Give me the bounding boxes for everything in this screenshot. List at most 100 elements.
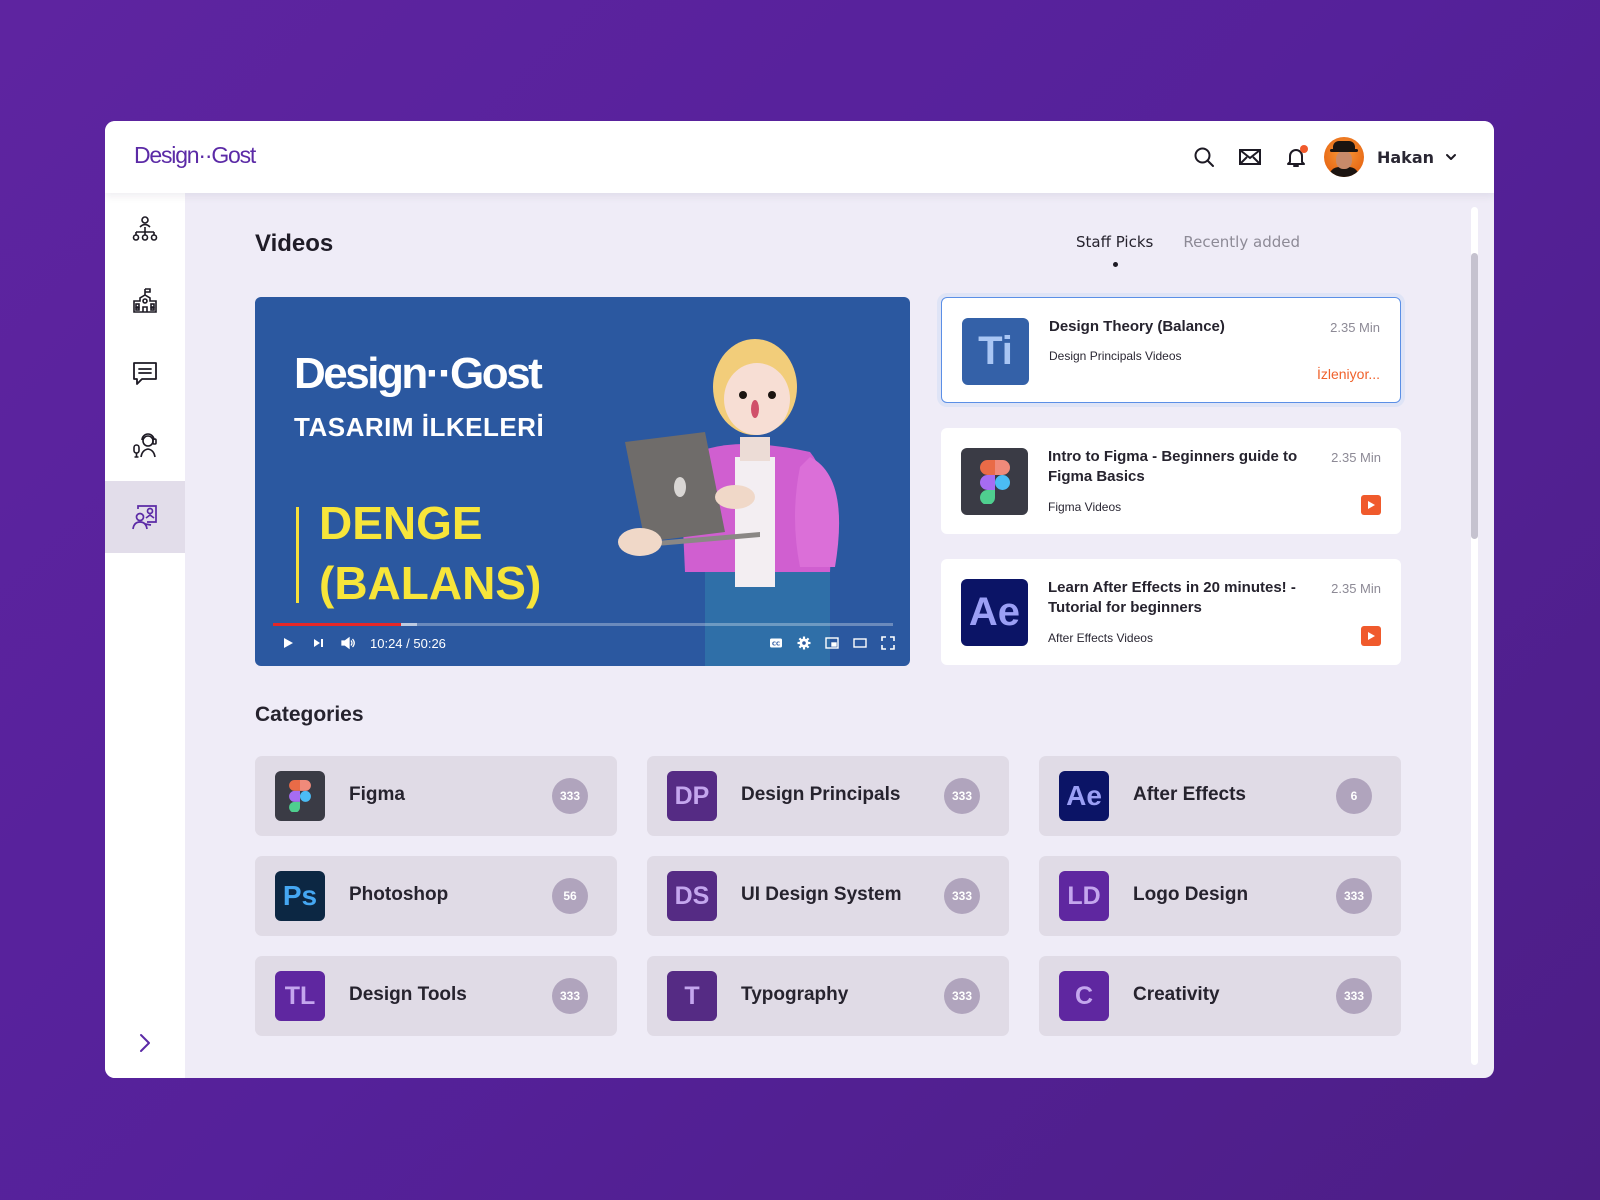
video-title: Design Theory (Balance) xyxy=(1049,318,1225,335)
scrollbar-thumb[interactable] xyxy=(1471,253,1478,539)
category-count-badge: 333 xyxy=(944,778,980,814)
category-label: UI Design System xyxy=(741,884,902,905)
video-headline: DENGE (BALANS) xyxy=(319,493,541,613)
accent-bar xyxy=(296,507,299,603)
categories-title: Categories xyxy=(255,703,364,726)
sidebar-item-organization[interactable] xyxy=(105,193,185,265)
category-icon: C xyxy=(1059,971,1109,1021)
bell-icon[interactable] xyxy=(1284,145,1308,169)
miniplayer-icon[interactable] xyxy=(824,635,840,651)
theater-mode-icon[interactable] xyxy=(852,635,868,651)
player-controls-right: CC xyxy=(756,635,896,651)
played-bar xyxy=(273,623,402,626)
user-name[interactable]: Hakan xyxy=(1377,148,1434,167)
category-card-logo-design[interactable]: LD Logo Design 333 xyxy=(1039,856,1401,936)
category-label: Typography xyxy=(741,984,849,1005)
category-card-ui-design-system[interactable]: DS UI Design System 333 xyxy=(647,856,1009,936)
category-card-typography[interactable]: T Typography 333 xyxy=(647,956,1009,1036)
scrollbar[interactable] xyxy=(1471,207,1478,1065)
play-icon[interactable] xyxy=(1361,495,1381,515)
category-label: After Effects xyxy=(1133,784,1246,805)
fullscreen-icon[interactable] xyxy=(880,635,896,651)
sidebar-item-school[interactable] xyxy=(105,265,185,337)
watching-status: İzleniyor... xyxy=(1316,366,1380,382)
video-title: Intro to Figma - Beginners guide to Figm… xyxy=(1048,448,1298,485)
category-label: Photoshop xyxy=(349,884,449,905)
figma-logo-icon xyxy=(961,448,1028,515)
video-tabs: Staff Picks Recently added xyxy=(1076,233,1330,267)
category-card-after-effects[interactable]: Ae After Effects 6 xyxy=(1039,756,1401,836)
category-label: Figma xyxy=(349,784,405,805)
video-subtitle: TASARIM İLKELERİ xyxy=(294,412,545,442)
video-brand: Design··Gost xyxy=(294,349,543,398)
category-label: Design Principals xyxy=(741,784,901,805)
category-icon: Ae xyxy=(1059,771,1109,821)
player-controls: 10:24 / 50:26 CC xyxy=(280,633,896,653)
logo[interactable]: Design··Gost xyxy=(134,142,256,169)
header-actions: Hakan xyxy=(1170,135,1458,179)
settings-icon[interactable] xyxy=(796,635,812,651)
play-icon[interactable] xyxy=(280,635,296,651)
category-card-photoshop[interactable]: Ps Photoshop 56 xyxy=(255,856,617,936)
category-card-creativity[interactable]: C Creativity 333 xyxy=(1039,956,1401,1036)
svg-text:CC: CC xyxy=(772,642,780,648)
tab-staff-picks[interactable]: Staff Picks xyxy=(1076,233,1153,267)
tab-recently-added[interactable]: Recently added xyxy=(1183,233,1300,251)
category-count-badge: 56 xyxy=(552,878,588,914)
category-count-badge: 333 xyxy=(944,878,980,914)
time-display: 10:24 / 50:26 xyxy=(370,635,446,651)
category-count-badge: 6 xyxy=(1336,778,1372,814)
category-label: Design Tools xyxy=(349,984,467,1005)
category-icon: Ps xyxy=(275,871,325,921)
sidebar-item-presentation[interactable] xyxy=(105,481,185,553)
category-count-badge: 333 xyxy=(552,978,588,1014)
category-card-design-tools[interactable]: TL Design Tools 333 xyxy=(255,956,617,1036)
search-icon[interactable] xyxy=(1192,145,1216,169)
chat-icon xyxy=(133,362,157,385)
captions-icon[interactable]: CC xyxy=(768,635,784,651)
main-content: Videos Staff Picks Recently added Design… xyxy=(255,193,1401,1078)
next-icon[interactable] xyxy=(310,635,326,651)
category-icon: DP xyxy=(667,771,717,821)
video-subtitle: Figma Videos xyxy=(1048,500,1122,514)
video-list-item[interactable]: Intro to Figma - Beginners guide to Figm… xyxy=(941,428,1401,534)
notification-dot xyxy=(1299,145,1308,153)
video-list-item[interactable]: Ti Design Theory (Balance) Design Princi… xyxy=(941,297,1401,403)
play-icon[interactable] xyxy=(1361,626,1381,646)
video-subtitle: After Effects Videos xyxy=(1048,631,1153,645)
sidebar-item-messages[interactable] xyxy=(105,337,185,409)
category-icon: T xyxy=(667,971,717,1021)
video-list-item[interactable]: Ae Learn After Effects in 20 minutes! - … xyxy=(941,559,1401,665)
sidebar xyxy=(105,193,185,1078)
category-count-badge: 333 xyxy=(1336,878,1372,914)
video-duration: 2.35 Min xyxy=(1330,320,1380,335)
category-count-badge: 333 xyxy=(1336,978,1372,1014)
chevron-right-icon[interactable] xyxy=(132,1030,158,1056)
video-player[interactable]: Design··Gost TASARIM İLKELERİ DENGE (BAL… xyxy=(255,297,910,666)
avatar[interactable] xyxy=(1323,137,1364,177)
org-chart-icon xyxy=(132,216,158,241)
category-card-figma[interactable]: Figma 333 xyxy=(255,756,617,836)
category-icon: TL xyxy=(275,971,325,1021)
chevron-down-icon[interactable] xyxy=(1444,150,1458,164)
category-label: Creativity xyxy=(1133,984,1220,1005)
progress-bar[interactable] xyxy=(273,623,893,626)
category-count-badge: 333 xyxy=(944,978,980,1014)
podcast-icon xyxy=(133,433,157,458)
top-header: Design··Gost Hakan xyxy=(105,121,1494,193)
video-subtitle: Design Principals Videos xyxy=(1049,349,1182,363)
video-thumbnail: Ae xyxy=(961,579,1028,646)
category-icon: DS xyxy=(667,871,717,921)
category-icon: LD xyxy=(1059,871,1109,921)
video-duration: 2.35 Min xyxy=(1331,581,1381,596)
volume-icon[interactable] xyxy=(340,635,356,651)
video-title: Learn After Effects in 20 minutes! - Tut… xyxy=(1048,579,1296,616)
sidebar-item-support[interactable] xyxy=(105,409,185,481)
category-count-badge: 333 xyxy=(552,778,588,814)
app-window: Design··Gost Hakan Videos Staff Picks Re… xyxy=(105,121,1494,1078)
mail-icon[interactable] xyxy=(1238,145,1262,169)
page-title: Videos xyxy=(255,230,334,257)
school-icon xyxy=(133,288,157,313)
video-thumbnail: Ti xyxy=(962,318,1029,385)
category-card-design-principals[interactable]: DP Design Principals 333 xyxy=(647,756,1009,836)
